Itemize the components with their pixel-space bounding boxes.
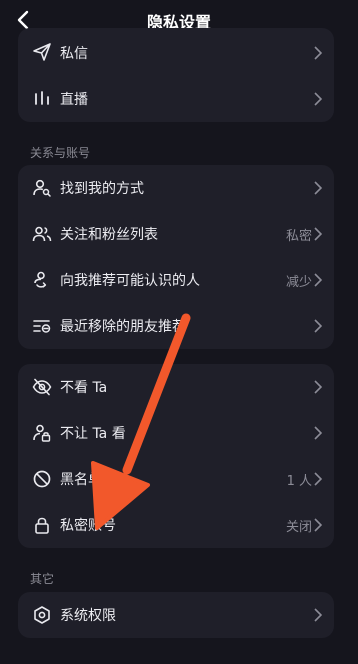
person-recommend-icon (34, 271, 47, 288)
people-icon (32, 226, 52, 242)
person-search-icon (33, 179, 51, 197)
chevron-right-icon (314, 608, 322, 622)
row-label: 不让 Ta 看 (60, 426, 126, 442)
row-label: 私信 (60, 46, 88, 62)
block-settings-card: 不看 Ta 不让 Ta 看 黑名单 1 人 私密账号 关闭 (18, 364, 334, 548)
row-label: 黑名单 (60, 472, 102, 488)
chevron-right-icon (314, 380, 322, 394)
chevron-right-icon (314, 426, 322, 440)
row-recommend-people[interactable]: 向我推荐可能认识的人 减少 (18, 257, 334, 303)
row-label: 向我推荐可能认识的人 (60, 273, 200, 289)
row-label: 关注和粉丝列表 (60, 227, 158, 243)
row-value: 私密 (285, 229, 312, 244)
row-label: 不看 Ta (60, 380, 108, 396)
chevron-right-icon (314, 273, 322, 287)
chevron-right-icon (314, 227, 322, 241)
row-private-account[interactable]: 私密账号 关闭 (18, 502, 334, 548)
section-title-relations: 关系与账号 (30, 146, 91, 160)
row-follow-fans-list[interactable]: 关注和粉丝列表 私密 (18, 211, 334, 257)
row-value: 1 人 (286, 474, 312, 489)
row-value: 关闭 (285, 520, 312, 535)
row-direct-message[interactable]: 私信 (18, 28, 334, 76)
eye-hidden-icon (32, 378, 52, 396)
row-value: 减少 (285, 275, 312, 290)
row-live[interactable]: 直播 (18, 76, 334, 122)
row-removed-friend-recommend[interactable]: 最近移除的朋友推荐 (18, 303, 334, 349)
chevron-right-icon (314, 92, 322, 106)
chevron-right-icon (314, 181, 322, 195)
send-paper-plane-icon (33, 43, 51, 61)
system-card: 系统权限 (18, 592, 334, 638)
list-remove-icon (33, 320, 51, 333)
row-find-me[interactable]: 找到我的方式 (18, 165, 334, 211)
row-label: 最近移除的朋友推荐 (60, 319, 186, 335)
lock-icon (35, 517, 49, 534)
shield-hexagon-icon (34, 606, 50, 624)
chevron-right-icon (314, 46, 322, 60)
chevron-right-icon (314, 319, 322, 333)
row-dont-see-ta[interactable]: 不看 Ta (18, 364, 334, 410)
row-label: 直播 (60, 92, 88, 108)
chevron-right-icon (314, 472, 322, 486)
chevron-right-icon (314, 518, 322, 532)
messaging-live-card: 私信 直播 (18, 28, 334, 122)
section-title-other: 其它 (30, 572, 55, 586)
row-label: 系统权限 (60, 608, 116, 624)
relations-card: 找到我的方式 关注和粉丝列表 私密 向我推荐可能认识的人 减少 最近移除的朋友推… (18, 165, 334, 349)
row-blacklist[interactable]: 黑名单 1 人 (18, 456, 334, 502)
row-label: 私密账号 (60, 518, 116, 534)
row-system-permissions[interactable]: 系统权限 (18, 592, 334, 638)
live-bars-icon (35, 91, 49, 105)
block-icon (33, 470, 51, 488)
row-label: 找到我的方式 (60, 181, 144, 197)
row-dont-let-ta-see[interactable]: 不让 Ta 看 (18, 410, 334, 456)
person-lock-icon (33, 424, 51, 442)
